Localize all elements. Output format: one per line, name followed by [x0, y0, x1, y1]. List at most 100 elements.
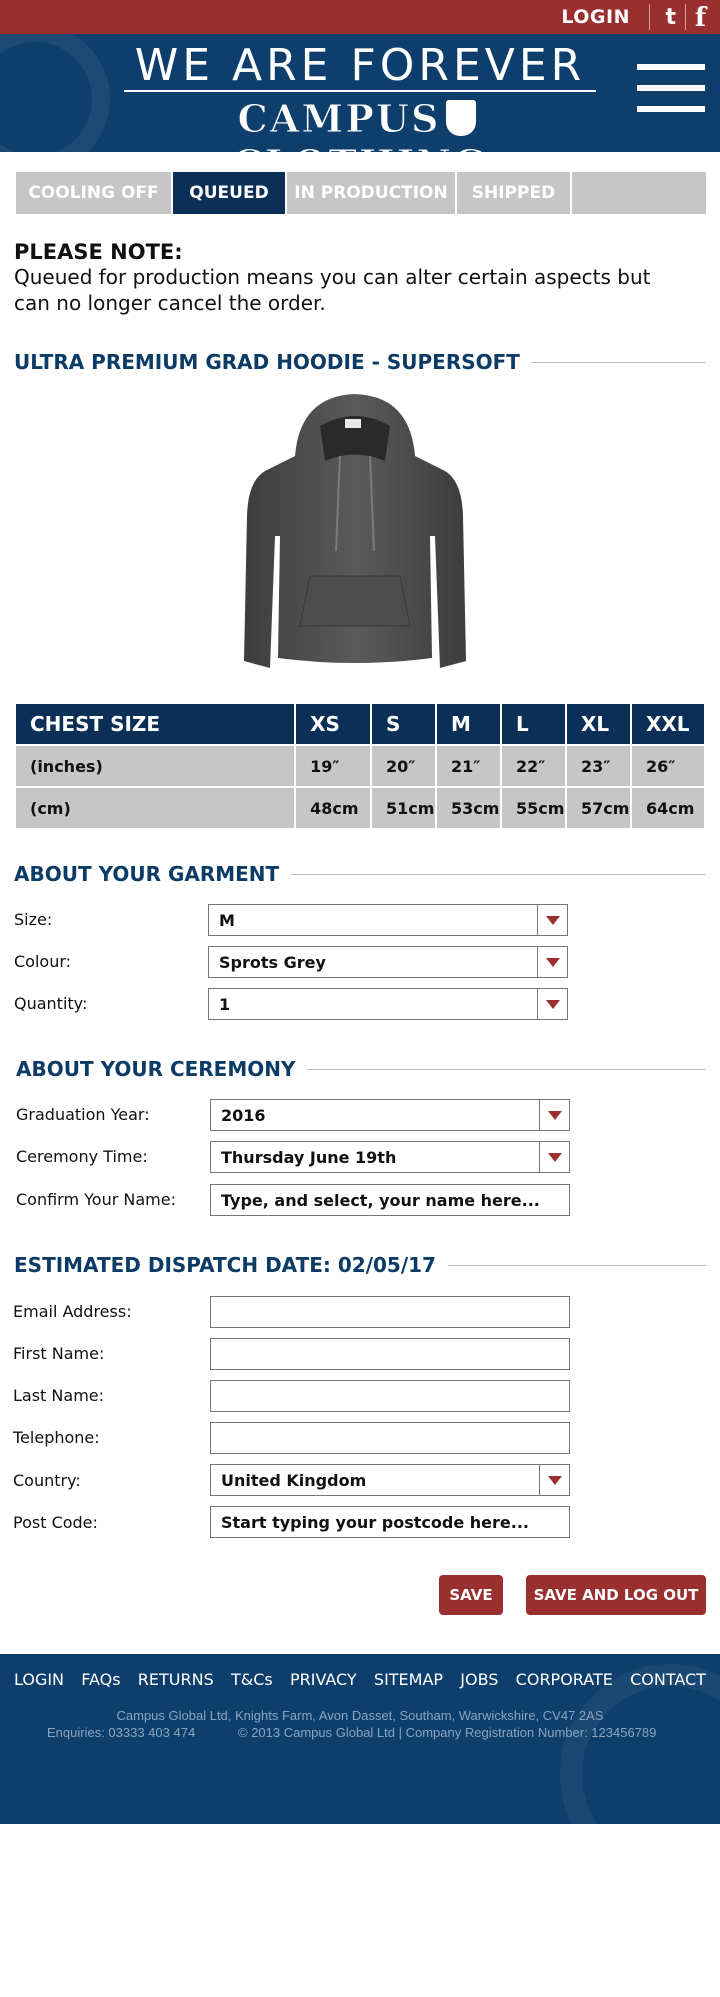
ceremony-time-value: Thursday June 19th — [221, 1147, 397, 1167]
chevron-down-icon[interactable] — [539, 1100, 569, 1130]
table-cell: (cm) — [16, 788, 295, 828]
ceremony-title: ABOUT YOUR CEREMONY — [16, 1057, 296, 1081]
table-cell: 20″ — [372, 746, 436, 786]
hamburger-menu-icon[interactable] — [637, 64, 705, 112]
hoodie-image — [244, 394, 466, 668]
enquiries-phone: Enquiries: 03333 403 474 — [47, 1725, 196, 1740]
footer-link-jobs[interactable]: JOBS — [460, 1670, 498, 1689]
twitter-icon[interactable]: t — [665, 5, 676, 30]
footer-link-sitemap[interactable]: SITEMAP — [374, 1670, 443, 1689]
table-cell: 48cm — [296, 788, 371, 828]
tagline: WE ARE FOREVER — [134, 40, 586, 91]
colour-value: Sprots Grey — [219, 952, 326, 972]
table-cell: 53cm — [437, 788, 500, 828]
top-bar: LOGIN t f — [0, 0, 720, 34]
column-header: XL — [566, 704, 630, 744]
dispatch-title: ESTIMATED DISPATCH DATE: 02/05/17 — [14, 1253, 436, 1277]
colour-label: Colour: — [14, 952, 72, 971]
table-cell: 51cm — [372, 788, 436, 828]
column-header: L — [502, 704, 565, 744]
table-cell: (inches) — [16, 746, 295, 786]
tab-cooling-off[interactable]: COOLING OFF — [16, 172, 171, 214]
garment-section-heading: ABOUT YOUR GARMENT — [14, 862, 706, 886]
post-code-input[interactable]: Start typing your postcode here... — [210, 1506, 570, 1538]
confirm-name-input[interactable]: Type, and select, your name here... — [210, 1184, 570, 1216]
divider — [124, 90, 596, 92]
note-body: Queued for production means you can alte… — [14, 265, 651, 315]
graduation-year-value: 2016 — [221, 1105, 266, 1125]
table-cell: 55cm — [502, 788, 565, 828]
size-label: Size: — [14, 910, 53, 929]
chevron-down-icon[interactable] — [537, 947, 567, 977]
table-cell: 21″ — [437, 746, 500, 786]
email-label: Email Address: — [13, 1302, 132, 1321]
table-header-row: CHEST SIZE XS S M L XL XXL — [16, 704, 704, 744]
save-and-log-out-button[interactable]: SAVE AND LOG OUT — [526, 1575, 706, 1615]
chevron-down-icon[interactable] — [537, 905, 567, 935]
shield-icon — [446, 100, 477, 136]
footer-link-faqs[interactable]: FAQs — [81, 1670, 120, 1689]
chevron-down-icon[interactable] — [537, 989, 567, 1019]
quantity-label: Quantity: — [14, 994, 88, 1013]
quantity-select[interactable]: 1 — [208, 988, 568, 1020]
ceremony-time-select[interactable]: Thursday June 19th — [210, 1141, 570, 1173]
chevron-down-icon[interactable] — [539, 1142, 569, 1172]
site-footer: LOGIN FAQs RETURNS T&Cs PRIVACY SITEMAP … — [0, 1654, 720, 1824]
divider — [685, 4, 686, 30]
footer-link-corporate[interactable]: CORPORATE — [516, 1670, 613, 1689]
last-name-label: Last Name: — [13, 1386, 105, 1405]
telephone-field[interactable] — [210, 1422, 570, 1454]
column-header: XS — [296, 704, 371, 744]
table-row: (cm) 48cm 51cm 53cm 55cm 57cm 64cm — [16, 788, 704, 828]
save-button[interactable]: SAVE — [439, 1575, 503, 1615]
table-cell: 22″ — [502, 746, 565, 786]
product-title: ULTRA PREMIUM GRAD HOODIE - SUPERSOFT — [14, 350, 520, 374]
table-cell: 26″ — [631, 746, 704, 786]
footer-link-contact[interactable]: CONTACT — [630, 1670, 706, 1689]
divider — [649, 4, 650, 30]
first-name-field[interactable] — [210, 1338, 570, 1370]
chevron-down-icon[interactable] — [539, 1465, 569, 1495]
login-link[interactable]: LOGIN — [561, 6, 630, 28]
graduation-year-label: Graduation Year: — [16, 1105, 150, 1124]
email-field[interactable] — [210, 1296, 570, 1328]
graduation-year-select[interactable]: 2016 — [210, 1099, 570, 1131]
size-chart-table: CHEST SIZE XS S M L XL XXL (inches) 19″ … — [14, 702, 706, 830]
crest-watermark — [0, 34, 110, 152]
country-label: Country: — [13, 1471, 81, 1490]
table-row: (inches) 19″ 20″ 21″ 22″ 23″ 26″ — [16, 746, 704, 786]
telephone-label: Telephone: — [13, 1428, 100, 1447]
post-code-label: Post Code: — [13, 1513, 98, 1532]
last-name-field[interactable] — [210, 1380, 570, 1412]
table-cell: 23″ — [566, 746, 630, 786]
tab-shipped[interactable]: SHIPPED — [457, 172, 570, 214]
country-select[interactable]: United Kingdom — [210, 1464, 570, 1496]
footer-link-privacy[interactable]: PRIVACY — [290, 1670, 357, 1689]
garment-title: ABOUT YOUR GARMENT — [14, 862, 280, 886]
brand-left: CAMPUS — [237, 96, 441, 142]
country-value: United Kingdom — [221, 1470, 367, 1490]
table-cell: 57cm — [566, 788, 630, 828]
dispatch-section-heading: ESTIMATED DISPATCH DATE: 02/05/17 — [14, 1253, 706, 1277]
site-logo[interactable]: CAMPUSCLOTHING — [124, 96, 596, 153]
tab-queued[interactable]: QUEUED — [173, 172, 285, 214]
tab-empty — [572, 172, 706, 214]
size-value: M — [219, 910, 235, 930]
column-header: XXL — [631, 704, 704, 744]
footer-link-login[interactable]: LOGIN — [14, 1670, 64, 1689]
post-code-placeholder: Start typing your postcode here... — [221, 1512, 529, 1532]
colour-select[interactable]: Sprots Grey — [208, 946, 568, 978]
column-header: CHEST SIZE — [16, 704, 295, 744]
footer-link-returns[interactable]: RETURNS — [138, 1670, 214, 1689]
footer-link-tcs[interactable]: T&Cs — [231, 1670, 273, 1689]
note-title: PLEASE NOTE: — [14, 240, 183, 264]
table-cell: 19″ — [296, 746, 371, 786]
brand-right: CLOTHING — [232, 141, 487, 153]
size-select[interactable]: M — [208, 904, 568, 936]
footer-nav: LOGIN FAQs RETURNS T&Cs PRIVACY SITEMAP … — [14, 1670, 706, 1689]
facebook-icon[interactable]: f — [695, 3, 706, 33]
tab-in-production[interactable]: IN PRODUCTION — [287, 172, 455, 214]
ceremony-time-label: Ceremony Time: — [16, 1147, 148, 1166]
order-status-tabs: COOLING OFF QUEUED IN PRODUCTION SHIPPED — [16, 172, 706, 214]
quantity-value: 1 — [219, 994, 231, 1014]
